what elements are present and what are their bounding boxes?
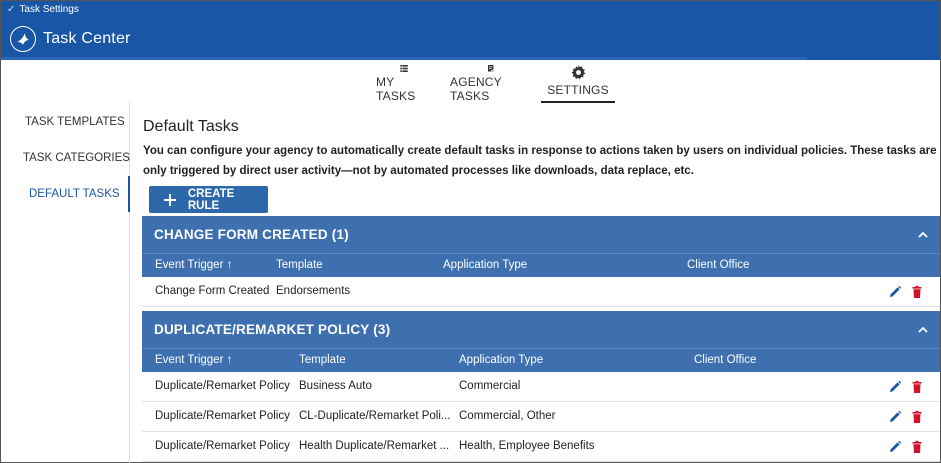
tab-my-tasks-label: MY TASKS (376, 75, 416, 103)
sort-arrow-up-icon: ↑ (226, 354, 233, 366)
trash-icon[interactable] (910, 380, 924, 394)
table-row: Change Form Created Endorsements (142, 277, 940, 307)
chevron-up-icon[interactable] (918, 325, 928, 335)
column-header-client-office[interactable]: Client Office (687, 259, 749, 271)
tab-agency-tasks[interactable]: AGENCY TASKS (450, 61, 532, 103)
group-header[interactable]: CHANGE FORM CREATED (1) (142, 216, 940, 253)
table-row: Duplicate/Remarket Policy Health Duplica… (142, 432, 940, 462)
create-rule-label: CREATE RULE (187, 187, 235, 212)
window-title-text: Task Settings (19, 4, 79, 15)
column-header-event-trigger[interactable]: Event Trigger ↑ (155, 259, 232, 271)
cell-event-trigger: Duplicate/Remarket Policy (155, 440, 290, 452)
list-icon (400, 65, 408, 72)
title-bar: ✓ Task Settings Task Center (1, 1, 940, 60)
top-nav: MY TASKS AGENCY TASKS SETTINGS (1, 61, 940, 103)
plus-icon (164, 193, 176, 206)
tab-my-tasks[interactable]: MY TASKS (376, 61, 432, 103)
sidebar: TASK TEMPLATES TASK CATEGORIES DEFAULT T… (1, 102, 130, 463)
clipboard-check-icon (488, 65, 495, 72)
pencil-icon[interactable] (888, 285, 902, 299)
group-title: DUPLICATE/REMARKET POLICY (3) (154, 322, 391, 337)
tab-agency-tasks-label: AGENCY TASKS (450, 75, 502, 103)
sort-arrow-up-icon: ↑ (226, 259, 233, 271)
sidebar-item-label: TASK CATEGORIES (23, 152, 130, 164)
cell-application-type: Commercial (459, 380, 521, 392)
create-rule-button[interactable]: CREATE RULE (149, 186, 268, 213)
chevron-up-icon[interactable] (918, 230, 928, 240)
sidebar-item-label: TASK TEMPLATES (25, 116, 125, 128)
page-title: Default Tasks (143, 118, 239, 135)
group-header[interactable]: DUPLICATE/REMARKET POLICY (3) (142, 311, 940, 348)
column-header-row: Event Trigger ↑ Template Application Typ… (142, 253, 940, 277)
column-header-client-office[interactable]: Client Office (694, 354, 756, 366)
column-header-event-trigger[interactable]: Event Trigger ↑ (155, 354, 232, 366)
window-title: ✓ Task Settings (7, 4, 79, 15)
sidebar-item-default-tasks[interactable]: DEFAULT TASKS (1, 176, 130, 212)
gear-icon (570, 65, 586, 80)
cell-event-trigger: Duplicate/Remarket Policy (155, 380, 290, 392)
table-row: Duplicate/Remarket Policy CL-Duplicate/R… (142, 402, 940, 432)
cell-event-trigger: Change Form Created (155, 285, 270, 297)
column-header-application-type[interactable]: Application Type (459, 354, 543, 366)
column-header-template[interactable]: Template (276, 259, 323, 271)
pencil-icon[interactable] (888, 410, 902, 424)
group-change-form-created: CHANGE FORM CREATED (1) Event Trigger ↑ … (142, 216, 940, 307)
page-description: You can configure your agency to automat… (143, 145, 937, 177)
sidebar-item-task-templates[interactable]: TASK TEMPLATES (1, 104, 130, 140)
cell-template: Business Auto (299, 380, 372, 392)
sidebar-item-task-categories[interactable]: TASK CATEGORIES (1, 140, 130, 176)
bird-logo-icon (10, 26, 36, 52)
trash-icon[interactable] (910, 285, 924, 299)
tab-settings[interactable]: SETTINGS (541, 61, 615, 103)
cell-event-trigger: Duplicate/Remarket Policy (155, 410, 290, 422)
app-name: Task Center (43, 30, 131, 47)
cell-template: Health Duplicate/Remarket ... (299, 440, 450, 452)
sidebar-item-label: DEFAULT TASKS (29, 188, 120, 200)
cell-application-type: Health, Employee Benefits (459, 440, 595, 452)
column-header-row: Event Trigger ↑ Template Application Typ… (142, 348, 940, 372)
tab-settings-label: SETTINGS (547, 83, 609, 97)
trash-icon[interactable] (910, 440, 924, 454)
checkmark-icon: ✓ (7, 4, 16, 15)
pencil-icon[interactable] (888, 440, 902, 454)
table-row: Duplicate/Remarket Policy Business Auto … (142, 372, 940, 402)
cell-template: CL-Duplicate/Remarket Poli... (299, 410, 451, 422)
group-duplicate-remarket-policy: DUPLICATE/REMARKET POLICY (3) Event Trig… (142, 311, 940, 462)
header-accent-strip (1, 57, 807, 60)
column-header-application-type[interactable]: Application Type (443, 259, 527, 271)
pencil-icon[interactable] (888, 380, 902, 394)
group-title: CHANGE FORM CREATED (1) (154, 227, 349, 242)
cell-template: Endorsements (276, 285, 351, 297)
app-brand: Task Center (10, 26, 131, 52)
trash-icon[interactable] (910, 410, 924, 424)
column-header-template[interactable]: Template (299, 354, 346, 366)
cell-application-type: Commercial, Other (459, 410, 556, 422)
